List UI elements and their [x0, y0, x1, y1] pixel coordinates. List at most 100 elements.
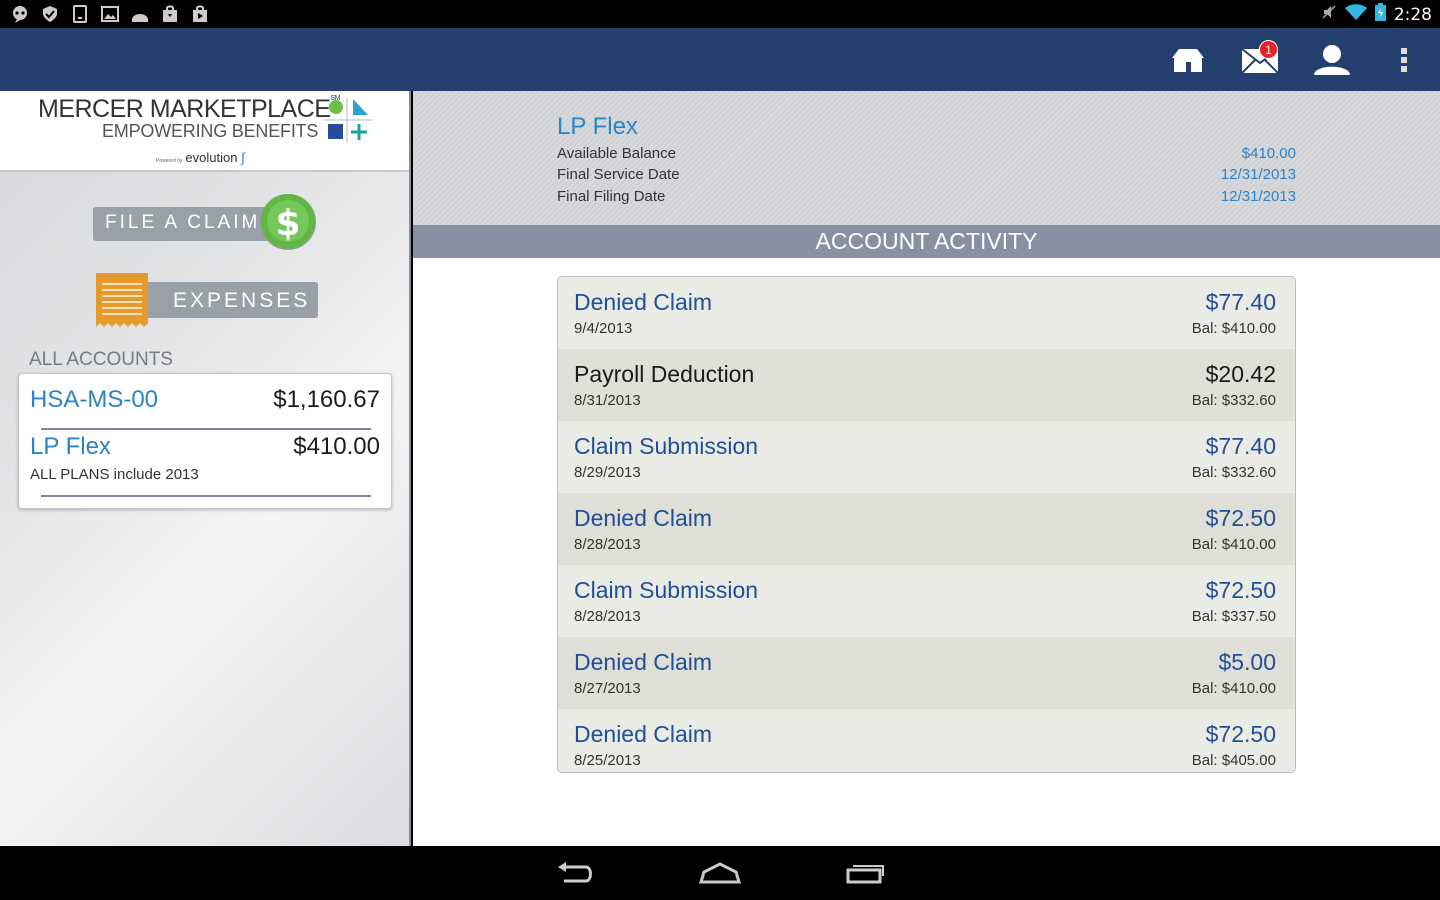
recent-apps-button[interactable]	[840, 858, 890, 888]
brand-logo: MERCER MARKETPLACESM EMPOWERING BENEFITS…	[0, 91, 409, 172]
available-balance-label: Available Balance	[557, 145, 676, 162]
account-plan-note: ALL PLANS include 2013	[30, 466, 199, 483]
transaction-balance: Bal: $410.00	[1191, 536, 1276, 553]
transaction-date: 8/25/2013	[574, 752, 641, 769]
recent-apps-icon	[846, 865, 884, 884]
transaction-type: Denied Claim	[574, 649, 713, 675]
logo-subtitle: EMPOWERING BENEFITS	[102, 121, 319, 141]
final-filing-date-label: Final Filing Date	[557, 188, 666, 205]
transaction-date: 8/31/2013	[574, 392, 641, 409]
transaction-balance: Bal: $332.60	[1191, 392, 1276, 409]
transaction-amount: $72.50	[1205, 577, 1276, 603]
transaction-amount: $77.40	[1205, 289, 1276, 315]
transaction-balance: Bal: $337.50	[1191, 608, 1276, 625]
transaction-date: 8/28/2013	[574, 608, 641, 625]
status-bar: 2:28	[0, 0, 1440, 28]
user-icon	[1314, 45, 1350, 75]
final-service-date-label: Final Service Date	[557, 166, 680, 183]
transaction-type: Denied Claim	[574, 721, 713, 747]
transaction-type: Payroll Deduction	[574, 361, 755, 387]
image-icon	[100, 4, 120, 24]
account-activity-header: ACCOUNT ACTIVITY	[413, 225, 1440, 258]
list-item[interactable]: Denied Claim 8/28/2013 $72.50 Bal: $410.…	[558, 493, 1295, 565]
action-bar: 1	[0, 28, 1440, 91]
notification-icons	[10, 4, 210, 24]
transaction-amount: $5.00	[1218, 649, 1276, 675]
home-button[interactable]	[1168, 42, 1208, 78]
transaction-date: 8/27/2013	[574, 680, 641, 697]
transaction-type: Claim Submission	[574, 577, 759, 603]
system-navigation-bar	[0, 846, 1440, 900]
account-title: LP Flex	[557, 113, 638, 140]
svg-text:$: $	[275, 203, 300, 244]
divider	[41, 495, 371, 497]
list-item[interactable]: Denied Claim 8/25/2013 $72.50 Bal: $405.…	[558, 709, 1295, 772]
play-store-icon	[190, 4, 210, 24]
overflow-menu-button[interactable]	[1384, 42, 1424, 78]
transaction-balance: Bal: $405.00	[1191, 752, 1276, 769]
list-item[interactable]: Denied Claim 9/4/2013 $77.40 Bal: $410.0…	[558, 277, 1295, 349]
divider	[41, 428, 371, 430]
transaction-balance: Bal: $410.00	[1191, 320, 1276, 337]
transaction-type: Claim Submission	[574, 433, 759, 459]
back-icon	[558, 862, 592, 883]
account-summary: LP Flex Available Balance $410.00 Final …	[413, 91, 1440, 225]
final-filing-date-value: 12/31/2013	[1220, 188, 1296, 205]
clock: 2:28	[1393, 4, 1432, 25]
sidebar: MERCER MARKETPLACESM EMPOWERING BENEFITS…	[0, 91, 411, 846]
transaction-date: 8/29/2013	[574, 464, 641, 481]
transaction-amount: $72.50	[1205, 721, 1276, 747]
activity-list: Denied Claim 9/4/2013 $77.40 Bal: $410.0…	[557, 276, 1296, 773]
home-nav-button[interactable]	[695, 858, 745, 888]
transaction-amount: $77.40	[1205, 433, 1276, 459]
transaction-balance: Bal: $332.60	[1191, 464, 1276, 481]
messages-button[interactable]: 1	[1240, 40, 1280, 78]
shopping-bag-icon	[160, 4, 180, 24]
back-button[interactable]	[551, 858, 601, 888]
transaction-type: Denied Claim	[574, 505, 713, 531]
transaction-date: 9/4/2013	[574, 320, 633, 337]
account-amount: $410.00	[293, 433, 380, 460]
available-balance-value: $410.00	[1241, 145, 1296, 162]
transaction-amount: $72.50	[1205, 505, 1276, 531]
shield-check-icon	[40, 4, 60, 24]
file-claim-button[interactable]: FILE A CLAIM $	[93, 191, 318, 257]
mail-badge: 1	[1259, 40, 1278, 59]
list-item[interactable]: Payroll Deduction 8/31/2013 $20.42 Bal: …	[558, 349, 1295, 421]
list-item[interactable]: Claim Submission 8/28/2013 $72.50 Bal: $…	[558, 565, 1295, 637]
battery-icon	[1374, 3, 1386, 26]
more-vert-icon	[1401, 48, 1407, 72]
mercer-logo-mark	[324, 97, 372, 143]
account-name: HSA-MS-00	[30, 386, 159, 413]
logo-title: MERCER MARKETPLACESM	[38, 95, 340, 123]
account-item-lp-flex[interactable]: LP Flex $410.00 ALL PLANS include 2013	[30, 433, 380, 489]
account-item-hsa[interactable]: HSA-MS-00 $1,160.67	[30, 386, 380, 420]
list-item[interactable]: Claim Submission 8/29/2013 $77.40 Bal: $…	[558, 421, 1295, 493]
transaction-type: Denied Claim	[574, 289, 713, 315]
talk-icon	[10, 4, 30, 24]
mute-icon	[1321, 4, 1337, 25]
wifi-icon	[1344, 4, 1367, 25]
android-icon	[130, 4, 150, 24]
expenses-label: EXPENSES	[173, 289, 311, 312]
accounts-card: HSA-MS-00 $1,160.67 LP Flex $410.00 ALL …	[18, 373, 392, 509]
file-claim-label: FILE A CLAIM	[105, 212, 261, 233]
logo-powered-by: Powered by evolution ∫	[156, 150, 245, 165]
transaction-amount: $20.42	[1205, 361, 1276, 387]
account-amount: $1,160.67	[273, 386, 380, 413]
transaction-balance: Bal: $410.00	[1191, 680, 1276, 697]
main-content: LP Flex Available Balance $410.00 Final …	[413, 91, 1440, 846]
account-name: LP Flex	[30, 433, 111, 460]
phone-icon	[70, 4, 90, 24]
house-icon	[1172, 49, 1204, 72]
dollar-coin-icon: $	[260, 194, 316, 250]
final-service-date-value: 12/31/2013	[1220, 166, 1296, 183]
expenses-button[interactable]: EXPENSES	[93, 271, 319, 331]
all-accounts-heading: ALL ACCOUNTS	[29, 349, 173, 370]
list-item[interactable]: Denied Claim 8/27/2013 $5.00 Bal: $410.0…	[558, 637, 1295, 709]
home-outline-icon	[699, 862, 741, 884]
profile-button[interactable]	[1312, 42, 1352, 78]
receipt-icon	[96, 273, 148, 327]
system-status: 2:28	[1321, 3, 1432, 26]
transaction-date: 8/28/2013	[574, 536, 641, 553]
